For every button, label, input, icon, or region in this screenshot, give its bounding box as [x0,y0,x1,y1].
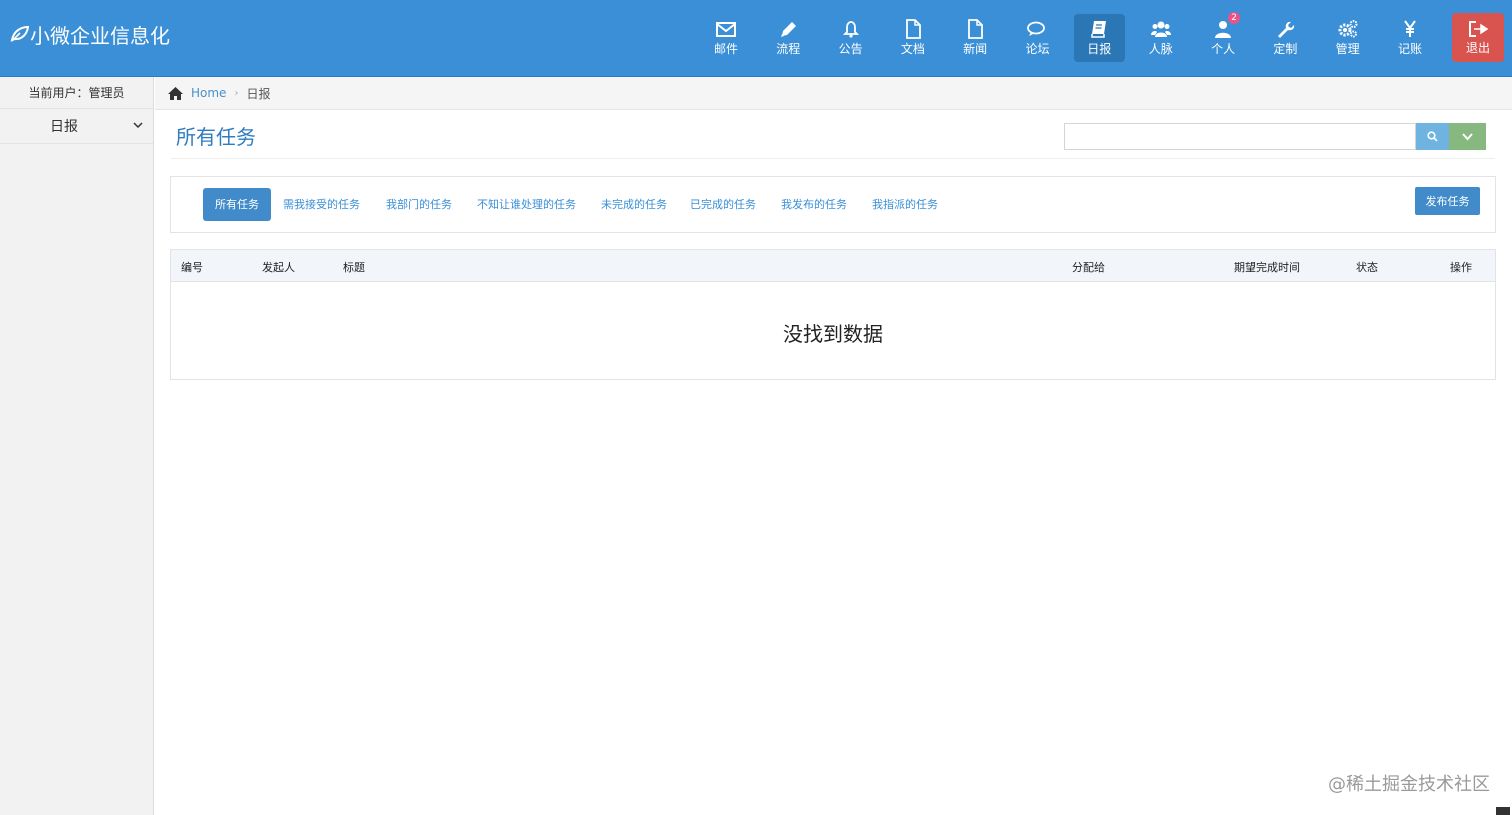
nav-personal[interactable]: 2 个人 [1192,12,1254,62]
sidebar-item-label: 日报 [50,119,78,135]
tab-incomplete[interactable]: 未完成的任务 [601,188,667,221]
watermark: @稀土掘金技术社区 [1328,774,1490,795]
column-header-actions: 操作 [1450,261,1472,274]
nav-admin[interactable]: 管理 [1317,14,1379,62]
file-icon [968,19,984,39]
column-header-initiator[interactable]: 发起人 [262,259,295,275]
column-header-due-date[interactable]: 期望完成时间 [1234,259,1300,275]
nav-workflow[interactable]: 流程 [757,14,819,62]
file-icon [905,19,921,39]
nav-label: 流程 [776,42,801,56]
logout-button[interactable]: 退出 [1452,13,1504,62]
top-navbar: 小微企业信息化 邮件 流程 公告 文档 新闻 论坛 日报 人脉 2 个人 定制 … [0,0,1512,77]
nav-label: 公告 [838,42,863,56]
sidebar-item-daily-report[interactable]: 日报 [0,109,153,144]
home-icon [168,86,183,100]
corner-marker [1496,807,1510,815]
nav-label: 邮件 [713,42,738,56]
tab-department[interactable]: 我部门的任务 [386,188,452,221]
nav-label: 人脉 [1148,42,1173,56]
nav-label: 文档 [900,42,925,56]
notification-badge: 2 [1228,12,1241,24]
mail-icon [716,22,736,37]
nav-news[interactable]: 新闻 [944,14,1006,62]
nav-accounting[interactable]: 记账 [1379,14,1441,62]
pencil-icon [781,22,797,37]
column-header-status[interactable]: 状态 [1356,259,1378,275]
breadcrumb-current: 日报 [246,86,271,101]
task-filter-tabs: 所有任务 需我接受的任务 我部门的任务 不知让谁处理的任务 未完成的任务 已完成… [170,176,1496,233]
chevron-down-icon [133,122,143,129]
bell-icon [842,21,859,38]
search-button[interactable] [1416,123,1449,150]
tab-published-by-me[interactable]: 我发布的任务 [781,188,847,221]
wrench-icon [1278,21,1295,38]
nav-forum[interactable]: 论坛 [1006,14,1068,62]
breadcrumb: Home › 日报 [155,77,1512,110]
tab-assigned-by-me[interactable]: 我指派的任务 [872,188,938,221]
sign-out-icon [1469,20,1488,37]
nav-label: 论坛 [1025,42,1050,56]
column-header-assignee[interactable]: 分配给 [1072,259,1105,275]
nav-notice[interactable]: 公告 [820,14,882,62]
nav-label: 个人 [1211,42,1236,56]
advanced-search-toggle[interactable] [1449,123,1486,150]
breadcrumb-home-link[interactable]: Home [191,86,226,100]
column-header-title[interactable]: 标题 [343,259,365,275]
page-title: 所有任务 [176,125,256,149]
empty-state-message: 没找到数据 [783,322,883,346]
current-user: 当前用户：管理员 [0,77,153,109]
tab-completed[interactable]: 已完成的任务 [690,188,756,221]
column-header-id[interactable]: 编号 [181,259,203,275]
nav-docs[interactable]: 文档 [882,14,944,62]
gears-icon [1338,20,1358,38]
nav-label: 管理 [1335,42,1360,56]
yen-icon [1404,20,1416,37]
comments-icon [1027,21,1046,36]
brand[interactable]: 小微企业信息化 [10,20,170,48]
nav-label: 日报 [1087,42,1112,56]
tab-unassigned[interactable]: 不知让谁处理的任务 [477,188,576,221]
chevron-down-icon [1462,133,1473,141]
divider [171,158,1495,159]
breadcrumb-separator-icon: › [234,87,239,99]
nav-customize[interactable]: 定制 [1254,14,1316,62]
search-input[interactable] [1064,123,1416,150]
table-header: 编号 发起人 标题 分配给 期望完成时间 状态 操作 [171,250,1495,282]
nav-contacts[interactable]: 人脉 [1130,14,1192,62]
tab-to-accept[interactable]: 需我接受的任务 [283,188,360,221]
logout-label: 退出 [1465,40,1490,55]
nav-mail[interactable]: 邮件 [695,14,757,62]
publish-task-button[interactable]: 发布任务 [1415,187,1480,215]
sidebar: 当前用户：管理员 日报 [0,77,154,815]
nav-label: 新闻 [963,42,988,56]
nav-daily-report[interactable]: 日报 [1073,14,1125,62]
nav-label: 记账 [1397,42,1422,56]
tab-all-tasks[interactable]: 所有任务 [203,188,271,221]
book-icon [1091,21,1107,38]
search-icon [1427,131,1438,142]
main-nav: 邮件 流程 公告 文档 新闻 论坛 日报 人脉 2 个人 定制 管理 记账 [695,12,1441,62]
nav-label: 定制 [1273,42,1298,56]
brand-title: 小微企业信息化 [30,23,170,48]
task-table: 编号 发起人 标题 分配给 期望完成时间 状态 操作 没找到数据 [170,249,1496,380]
leaf-icon [10,25,30,42]
users-icon [1150,21,1171,37]
